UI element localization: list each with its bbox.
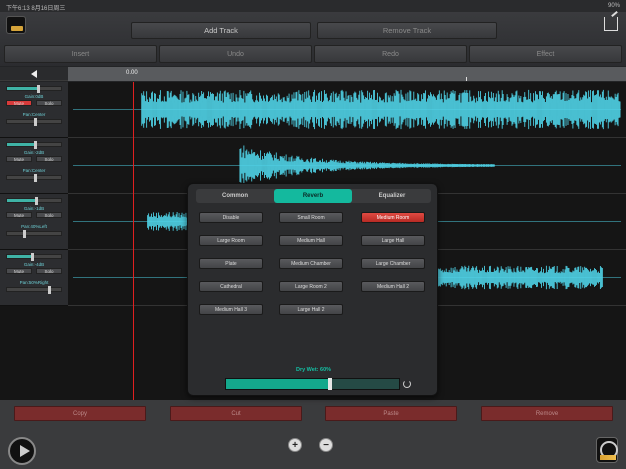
toolbar: Add Track Remove Track Insert Undo Redo … xyxy=(0,12,626,66)
gain-slider[interactable] xyxy=(6,197,62,205)
status-time: 下午6:13 8月16日周三 xyxy=(6,3,65,12)
mute-button[interactable]: Mute xyxy=(6,212,32,218)
gain-knob[interactable] xyxy=(35,197,39,205)
pan-knob[interactable] xyxy=(47,286,51,294)
audio-editor-app: 下午6:13 8月16日周三 90% Add Track Remove Trac… xyxy=(0,0,626,469)
insert-button[interactable]: Insert xyxy=(4,45,157,63)
undo-button[interactable]: Undo xyxy=(159,45,312,63)
pan-label: Pan:Center xyxy=(22,112,46,117)
timeline-header: 0.00 xyxy=(0,67,626,81)
reverb-option-disable[interactable]: Disable xyxy=(199,212,263,223)
ruler-marker xyxy=(466,77,467,81)
track-controls: Gain:-1dB Mute Solo Pan:40%Left xyxy=(0,194,68,250)
zoom-out-icon[interactable]: − xyxy=(319,438,333,452)
mute-button[interactable]: Mute xyxy=(6,268,32,274)
gain-label: Gain:-1dB xyxy=(23,206,45,211)
play-icon[interactable] xyxy=(8,437,36,465)
cut-button[interactable]: Cut xyxy=(170,406,302,421)
track-controls: Gain:-4dB Mute Solo Pan:50%Right xyxy=(0,250,68,306)
redo-button[interactable]: Redo xyxy=(314,45,467,63)
waveform xyxy=(72,89,622,130)
remove-button[interactable]: Remove xyxy=(481,406,613,421)
tab-equalizer[interactable]: Equalizer xyxy=(353,189,431,203)
collapse-arrow-icon[interactable] xyxy=(31,70,37,78)
start-time-label: 0.00 xyxy=(126,70,138,76)
reverb-option-large-hall-2[interactable]: Large Hall 2 xyxy=(279,304,343,315)
reverb-option-medium-hall[interactable]: Medium Hall xyxy=(279,235,343,246)
dry-wet-fill xyxy=(226,379,330,389)
reverb-option-plate[interactable]: Plate xyxy=(199,258,263,269)
reverb-option-medium-chamber[interactable]: Medium Chamber xyxy=(279,258,343,269)
reverb-option-medium-hall-2[interactable]: Medium Hall 2 xyxy=(361,281,425,292)
pan-knob[interactable] xyxy=(34,118,37,126)
solo-button[interactable]: Solo xyxy=(36,156,62,162)
track-controls: Gain:0dB Mute Solo Pan:Center xyxy=(0,82,68,138)
level-meter-icon[interactable] xyxy=(596,437,618,463)
pan-slider[interactable] xyxy=(6,286,62,294)
track-lane[interactable] xyxy=(68,82,626,138)
effect-button[interactable]: Effect xyxy=(469,45,622,63)
pan-slider[interactable] xyxy=(6,174,62,182)
solo-button[interactable]: Solo xyxy=(36,212,62,218)
pan-label: Pan:Center xyxy=(22,168,46,173)
gain-fill xyxy=(7,255,32,258)
copy-button[interactable]: Copy xyxy=(14,406,146,421)
pan-label: Pan:40%Left xyxy=(21,224,47,229)
pan-slider[interactable] xyxy=(6,118,62,126)
reverb-option-large-room[interactable]: Large Room xyxy=(199,235,263,246)
gain-knob[interactable] xyxy=(36,85,40,93)
pan-knob[interactable] xyxy=(23,230,27,238)
pan-knob[interactable] xyxy=(34,174,37,182)
effect-dialog: Common Reverb Equalizer Disable Small Roo… xyxy=(187,183,438,396)
zoom-in-icon[interactable]: + xyxy=(288,438,302,452)
reverb-option-small-room[interactable]: Small Room xyxy=(279,212,343,223)
track-controls: Gain:-2dB Mute Solo Pan:Center xyxy=(0,138,68,194)
solo-button[interactable]: Solo xyxy=(36,100,62,106)
share-icon[interactable] xyxy=(604,17,618,31)
pan-label: Pan:50%Right xyxy=(19,280,49,285)
reverb-option-cathedral[interactable]: Cathedral xyxy=(199,281,263,292)
gain-slider[interactable] xyxy=(6,85,62,93)
effect-tabs: Common Reverb Equalizer xyxy=(196,189,431,203)
reverb-option-medium-room[interactable]: Medium Room xyxy=(361,212,425,223)
reverb-option-large-chamber[interactable]: Large Chamber xyxy=(361,258,425,269)
gain-slider[interactable] xyxy=(6,253,62,261)
gain-label: Gain:-2dB xyxy=(23,150,45,155)
tab-reverb[interactable]: Reverb xyxy=(274,189,352,203)
gain-fill xyxy=(7,199,36,202)
gain-label: Gain:-4dB xyxy=(23,262,45,267)
solo-button[interactable]: Solo xyxy=(36,268,62,274)
dry-wet-label: Dry Wet: 60% xyxy=(295,367,332,373)
bottom-bar: Copy Cut Paste Remove + − xyxy=(0,400,626,469)
reverb-option-large-room-2[interactable]: Large Room 2 xyxy=(279,281,343,292)
dry-wet-knob[interactable] xyxy=(327,378,332,390)
tab-common[interactable]: Common xyxy=(196,189,274,203)
paste-button[interactable]: Paste xyxy=(325,406,457,421)
gain-fill xyxy=(7,143,34,146)
mute-button[interactable]: Mute xyxy=(6,100,32,106)
dry-wet-slider[interactable] xyxy=(225,378,400,390)
gain-fill xyxy=(7,87,37,90)
battery-indicator: 90% xyxy=(607,3,620,9)
reverb-option-medium-hall-3[interactable]: Medium Hall 3 xyxy=(199,304,263,315)
add-track-button[interactable]: Add Track xyxy=(131,22,311,39)
reset-icon[interactable] xyxy=(403,380,411,388)
mute-button[interactable]: Mute xyxy=(6,156,32,162)
app-logo-icon xyxy=(6,16,26,34)
gain-slider[interactable] xyxy=(6,141,62,149)
gain-label: Gain:0dB xyxy=(24,94,44,99)
reverb-option-large-hall[interactable]: Large Hall xyxy=(361,235,425,246)
playhead[interactable] xyxy=(133,82,134,400)
time-ruler[interactable]: 0.00 xyxy=(68,67,626,81)
gain-knob[interactable] xyxy=(31,253,35,261)
status-bar: 下午6:13 8月16日周三 90% xyxy=(0,0,626,12)
remove-track-button[interactable]: Remove Track xyxy=(317,22,497,39)
gain-knob[interactable] xyxy=(34,141,37,149)
pan-slider[interactable] xyxy=(6,230,62,238)
